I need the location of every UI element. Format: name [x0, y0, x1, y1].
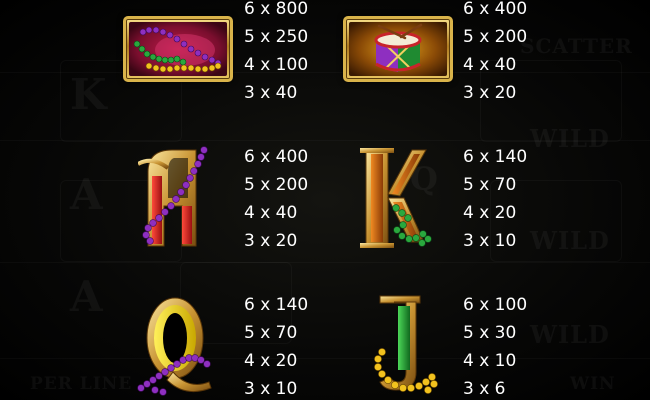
- letter-a-icon: [137, 142, 216, 254]
- payout-line: 6 x 800: [244, 0, 309, 19]
- payout-list: 6 x 140 5 x 70 4 x 20 3 x 10: [463, 148, 527, 260]
- payout-line: 5 x 250: [244, 27, 309, 47]
- background-divider: [0, 262, 650, 263]
- background-ghost-text: WILD: [530, 226, 610, 255]
- background-ghost-text: PER LINE: [30, 374, 132, 394]
- letter-q-icon: [133, 290, 219, 398]
- payout-line: 3 x 40: [244, 83, 298, 103]
- background-ghost-text: A: [70, 170, 104, 219]
- background-ghost-text: WILD: [530, 320, 610, 349]
- payout-line: 4 x 100: [244, 55, 309, 75]
- payout-line: 5 x 30: [463, 323, 517, 343]
- payout-line: 5 x 70: [244, 323, 298, 343]
- payout-line: 4 x 40: [463, 55, 517, 75]
- payout-line: 3 x 6: [463, 379, 506, 399]
- payout-line: 4 x 40: [244, 203, 298, 223]
- payout-line: 6 x 400: [463, 0, 528, 19]
- background-ghost-text: SCATTER: [520, 34, 633, 58]
- letter-k-icon: [356, 142, 436, 254]
- background-divider: [0, 358, 650, 359]
- payout-list: 6 x 400 5 x 200 4 x 40 3 x 20: [463, 0, 527, 112]
- background-ghost-text: A: [70, 272, 104, 321]
- paytable-screen: K A A Q SCATTER WILD WILD WILD PER LINE …: [0, 0, 650, 400]
- payout-line: 3 x 10: [244, 379, 298, 399]
- payout-line: 5 x 200: [244, 175, 309, 195]
- payout-line: 6 x 400: [244, 147, 309, 167]
- payout-line: 6 x 140: [463, 147, 528, 167]
- payout-line: 6 x 140: [244, 295, 309, 315]
- payout-line: 3 x 10: [463, 231, 517, 251]
- payout-line: 4 x 20: [244, 351, 298, 371]
- background-ghost-text: K: [70, 70, 108, 119]
- background-ghost-text: WIN: [570, 374, 616, 394]
- drum-icon: [343, 16, 453, 82]
- background-ghost-text: WILD: [530, 124, 610, 153]
- payout-line: 5 x 70: [463, 175, 517, 195]
- payout-line: 5 x 200: [463, 27, 528, 47]
- payout-list: 6 x 800 5 x 250 4 x 100 3 x 40: [244, 0, 308, 112]
- payout-line: 4 x 20: [463, 203, 517, 223]
- payout-list: 6 x 400 5 x 200 4 x 40 3 x 20: [244, 148, 308, 260]
- payout-list: 6 x 140 5 x 70 4 x 20 3 x 10: [244, 296, 308, 400]
- mardi-gras-beads-icon: [123, 16, 233, 82]
- payout-list: 6 x 100 5 x 30 4 x 10 3 x 6: [463, 296, 527, 400]
- letter-j-icon: [368, 292, 440, 398]
- payout-line: 3 x 20: [463, 83, 517, 103]
- payout-line: 4 x 10: [463, 351, 517, 371]
- payout-line: 3 x 20: [244, 231, 298, 251]
- payout-line: 6 x 100: [463, 295, 528, 315]
